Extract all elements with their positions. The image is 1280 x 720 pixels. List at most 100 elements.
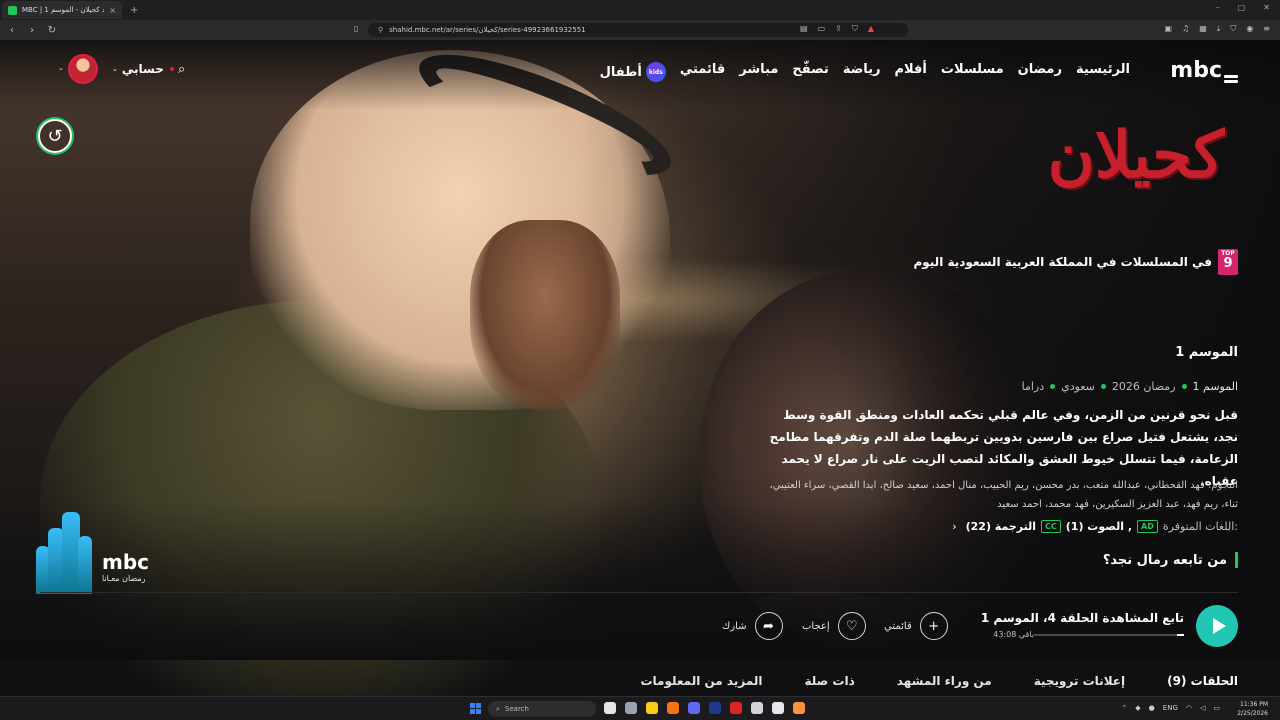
meta-separator [1050, 384, 1056, 389]
minimize-icon[interactable]: – [1216, 3, 1220, 12]
main-nav: الرئيسية رمضان مسلسلات أفلام رياضة تصفّح… [600, 62, 1130, 82]
heart-icon: ♡ [837, 612, 866, 640]
brave-browser-icon[interactable] [667, 702, 679, 714]
tab-episodes[interactable]: الحلقات (9) [1167, 674, 1238, 688]
bookmark-icon[interactable]: ▯ [354, 24, 358, 33]
audio-count: الصوت (1) , [1065, 520, 1133, 533]
continue-watching[interactable]: تابع المشاهدة الحلقة 4، الموسم 1 [981, 611, 1184, 625]
nav-sports[interactable]: رياضة [843, 62, 881, 82]
taskbar-search-label: Search [504, 705, 529, 713]
maximize-icon[interactable]: ▢ [1238, 3, 1246, 12]
address-bar-row: ‹ › ↻ ▯ ⚲ shahid.mbc.net/ar/series/كحيلا… [0, 20, 1280, 40]
reader-icon[interactable]: ▤ [800, 24, 808, 34]
nav-browse[interactable]: تصفّح [792, 62, 828, 82]
meta-genre: دراما [1021, 380, 1045, 393]
microphone-icon[interactable]: ● [1149, 704, 1155, 712]
battery-icon[interactable]: ▭ [1213, 704, 1220, 712]
settings-icon[interactable] [625, 702, 637, 714]
vlc-icon[interactable] [793, 702, 805, 714]
meta-season: الموسم 1 [1192, 380, 1238, 393]
language-indicator[interactable]: ENG [1163, 704, 1178, 712]
menu-icon[interactable]: ≡ [1263, 24, 1270, 34]
ramadan-towers-icon [36, 512, 94, 594]
tab-related[interactable]: ذات صلة [804, 674, 854, 688]
github-icon[interactable] [751, 702, 763, 714]
volume-icon[interactable]: ◁ [1200, 704, 1205, 712]
share-label: شارك [722, 620, 747, 632]
related-question[interactable]: من تابعه رمال نجد؟ [1103, 552, 1238, 568]
forward-icon[interactable]: › [24, 25, 40, 36]
show-meta: الموسم 1 رمضان 2026 سعودي دراما [1022, 380, 1238, 393]
nav-ramadan[interactable]: رمضان [1018, 62, 1062, 82]
file-explorer-icon[interactable] [646, 702, 658, 714]
close-window-icon[interactable]: ✕ [1263, 3, 1270, 12]
nav-kids[interactable]: أطفال kids [600, 62, 666, 82]
browser-tab[interactable]: MBC | شاهد كحيلان - الموسم 1 ... × [2, 1, 122, 19]
sidebar-icon[interactable]: ▣ [1164, 24, 1172, 34]
back-icon[interactable]: ‹ [4, 25, 20, 36]
nav-mylist[interactable]: قائمتي [680, 62, 725, 82]
discord-icon[interactable] [688, 702, 700, 714]
windows-start-icon[interactable] [470, 703, 481, 714]
like-label: إعجاب [802, 620, 830, 632]
avatar-chevron-icon[interactable]: ⌄ [58, 64, 64, 72]
play-button[interactable] [1196, 605, 1238, 647]
cast-label: النجوم: [1207, 480, 1238, 491]
tab-more-info[interactable]: المزيد من المعلومات [640, 674, 762, 688]
shahid-page: mbc الرئيسية رمضان مسلسلات أفلام رياضة ت… [0, 40, 1280, 696]
taskbar-search[interactable]: ⌕ Search [488, 701, 596, 717]
wifi-icon[interactable]: ◠ [1186, 704, 1192, 712]
share[interactable]: شارك ➦ [722, 612, 783, 640]
add-to-list-label: قائمتي [884, 620, 912, 632]
media-player-icon[interactable] [730, 702, 742, 714]
ramadan-brand: mbc [102, 550, 150, 574]
task-view-icon[interactable] [604, 702, 616, 714]
replay-icon[interactable]: ↺ [38, 119, 72, 153]
close-tab-icon[interactable]: × [109, 6, 116, 15]
wallet-icon[interactable]: ⛉ [1230, 24, 1236, 34]
mbc-logo-bars-icon [1224, 73, 1238, 83]
account-menu[interactable]: ⌄ حسابي [112, 62, 174, 76]
nav-movies[interactable]: أفلام [895, 62, 927, 82]
site-info-icon[interactable]: ⚲ [378, 26, 383, 34]
avatar[interactable] [68, 54, 98, 84]
mbc-ramadan-logo: mbc رمضان معـانا [36, 512, 176, 594]
extensions-icon[interactable]: ▦ [1199, 24, 1207, 34]
tray-chevron-icon[interactable]: ⌃ [1121, 704, 1127, 712]
tray-app-icon[interactable]: ◆ [1135, 704, 1140, 712]
brave-rewards-icon[interactable]: ▲ [868, 24, 874, 34]
tab-promos[interactable]: إعلانات ترويجية [1034, 674, 1125, 688]
downloads-icon[interactable]: ⤓ [1217, 24, 1221, 34]
content-tabs: الحلقات (9) إعلانات ترويجية من وراء المش… [640, 674, 1238, 688]
mbc-logo[interactable]: mbc [1170, 58, 1238, 83]
clock[interactable]: 11:36 PM 2/25/2026 [1237, 700, 1268, 718]
profile-icon[interactable]: ◉ [1246, 24, 1253, 34]
sync-icon[interactable] [772, 702, 784, 714]
window-controls: – ▢ ✕ [1216, 3, 1270, 12]
reload-icon[interactable]: ↻ [44, 25, 60, 36]
taskbar-apps [604, 702, 805, 714]
shield-icon[interactable]: ⛉ [852, 24, 858, 34]
toolbar-icons: ▣ ♫ ▦ ⤓ ⛉ ◉ ≡ [1164, 24, 1270, 34]
new-tab-button[interactable]: + [130, 5, 138, 16]
meta-separator [1100, 384, 1106, 389]
watch-progress-fill [1176, 634, 1184, 636]
cast-list: فهد القحطاني، عبدالله متعب، بدر محسن، ري… [769, 480, 1238, 510]
media-icon[interactable]: ♫ [1182, 24, 1189, 34]
search-icon[interactable]: ⌕ [178, 62, 185, 77]
share-url-icon[interactable]: ⇪ [835, 24, 842, 34]
add-to-list[interactable]: قائمتي + [884, 612, 948, 640]
like[interactable]: إعجاب ♡ [802, 612, 866, 640]
nav-series[interactable]: مسلسلات [941, 62, 1004, 82]
tab-behind-scenes[interactable]: من وراء المشهد [897, 674, 992, 688]
steam-icon[interactable] [709, 702, 721, 714]
time-remaining: 43:08 باقي [993, 630, 1034, 639]
account-label: حسابي [121, 62, 164, 76]
nav-home[interactable]: الرئيسية [1076, 62, 1130, 82]
watch-progress [1034, 634, 1184, 636]
meta-year: رمضان 2026 [1111, 380, 1176, 393]
nav-live[interactable]: مباشر [739, 62, 778, 82]
chevron-left-icon[interactable]: › [952, 520, 956, 533]
install-icon[interactable]: ▭ [818, 24, 826, 34]
languages-label: اللغات المتوفرة: [1162, 520, 1238, 533]
